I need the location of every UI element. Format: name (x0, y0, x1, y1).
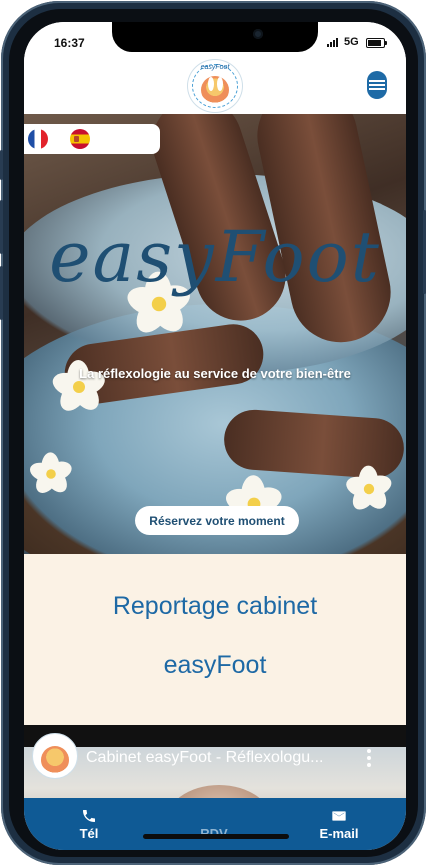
hero-slider[interactable]: easyFoot La réflexologie au service de v… (24, 114, 406, 554)
email-button[interactable]: E-mail (309, 798, 369, 850)
home-indicator[interactable] (143, 834, 289, 839)
hero-title: easyFoot (49, 216, 381, 298)
hero-tagline: La réflexologie au service de votre bien… (79, 366, 351, 381)
notch (112, 22, 318, 52)
network-type: 5G (344, 36, 359, 48)
logo-sun-icon (201, 76, 229, 104)
bottom-contact-bar: Tél RDV E-mail (24, 798, 406, 850)
email-label: E-mail (319, 825, 359, 841)
phone-icon (83, 809, 95, 822)
book-appointment-button[interactable]: Réservez votre moment (135, 506, 299, 535)
mail-icon (332, 810, 346, 821)
signal-icon (327, 38, 338, 47)
phone-screen: 16:37 5G easyFoot easyFoot La réflexolog… (24, 22, 406, 850)
status-time: 16:37 (54, 36, 85, 50)
logo-text: easyFoot (200, 64, 230, 71)
report-section: Reportage cabinet easyFoot (24, 554, 406, 725)
appointment-button[interactable]: RDV (184, 798, 244, 850)
flower-icon (27, 452, 75, 498)
top-navbar: easyFoot (24, 58, 406, 114)
power-button (423, 210, 426, 294)
camera-icon (253, 29, 263, 39)
language-switcher (24, 124, 160, 154)
battery-icon (366, 38, 387, 48)
channel-avatar[interactable] (32, 733, 78, 779)
side-button (0, 150, 3, 180)
status-bar: 16:37 5G (24, 22, 406, 58)
flag-france-icon[interactable] (28, 129, 48, 149)
flower-icon (343, 465, 395, 515)
calendar-icon (205, 808, 223, 824)
volume-up-button (0, 200, 3, 254)
flag-spain-icon[interactable] (70, 129, 90, 149)
call-label: Tél (79, 825, 99, 841)
hamburger-menu-icon[interactable] (367, 71, 387, 99)
more-options-icon[interactable] (364, 749, 374, 769)
report-title: Reportage cabinet (112, 592, 318, 620)
logo-feet-icon (208, 77, 214, 91)
site-logo[interactable]: easyFoot (187, 59, 243, 113)
report-subtitle: easyFoot (163, 651, 267, 679)
video-title[interactable]: Cabinet easyFoot - Réflexologu... (86, 749, 346, 767)
volume-down-button (0, 266, 3, 320)
call-button[interactable]: Tél (64, 798, 114, 850)
